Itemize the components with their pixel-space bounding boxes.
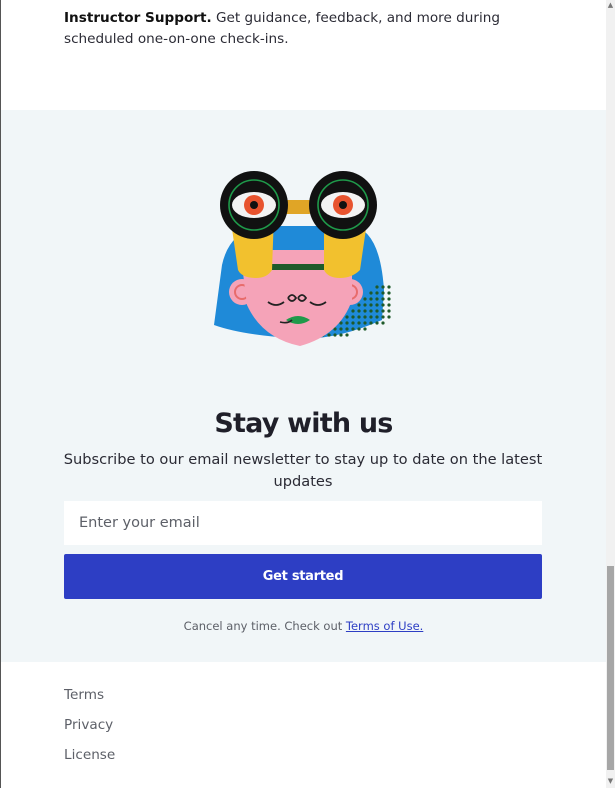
- email-input[interactable]: [64, 501, 542, 545]
- scroll-down-icon[interactable]: ▼: [607, 776, 614, 786]
- instructor-support-heading: Instructor Support.: [64, 9, 212, 26]
- cancel-text: Cancel any time. Check out: [183, 618, 346, 633]
- terms-of-use-link[interactable]: Terms of Use.: [346, 619, 423, 633]
- footer-link-privacy[interactable]: Privacy: [64, 717, 113, 733]
- newsletter-title: Stay with us: [214, 408, 393, 440]
- vertical-scrollbar[interactable]: ▲ ▼: [606, 0, 615, 788]
- get-started-button[interactable]: Get started: [64, 554, 542, 599]
- scrollbar-thumb[interactable]: [607, 566, 614, 770]
- newsletter-description: Subscribe to our email newsletter to sta…: [63, 450, 543, 490]
- cancel-notice: Cancel any time. Check out Terms of Use.: [1, 619, 606, 633]
- newsletter-section: Stay with us Subscribe to our email news…: [1, 110, 606, 662]
- binoculars-face-illustration: [214, 171, 391, 346]
- instructor-support-text: Instructor Support. Get guidance, feedba…: [64, 8, 544, 51]
- footer-link-license[interactable]: License: [64, 747, 115, 763]
- footer-link-terms[interactable]: Terms: [64, 687, 104, 703]
- scroll-up-icon[interactable]: ▲: [607, 0, 614, 10]
